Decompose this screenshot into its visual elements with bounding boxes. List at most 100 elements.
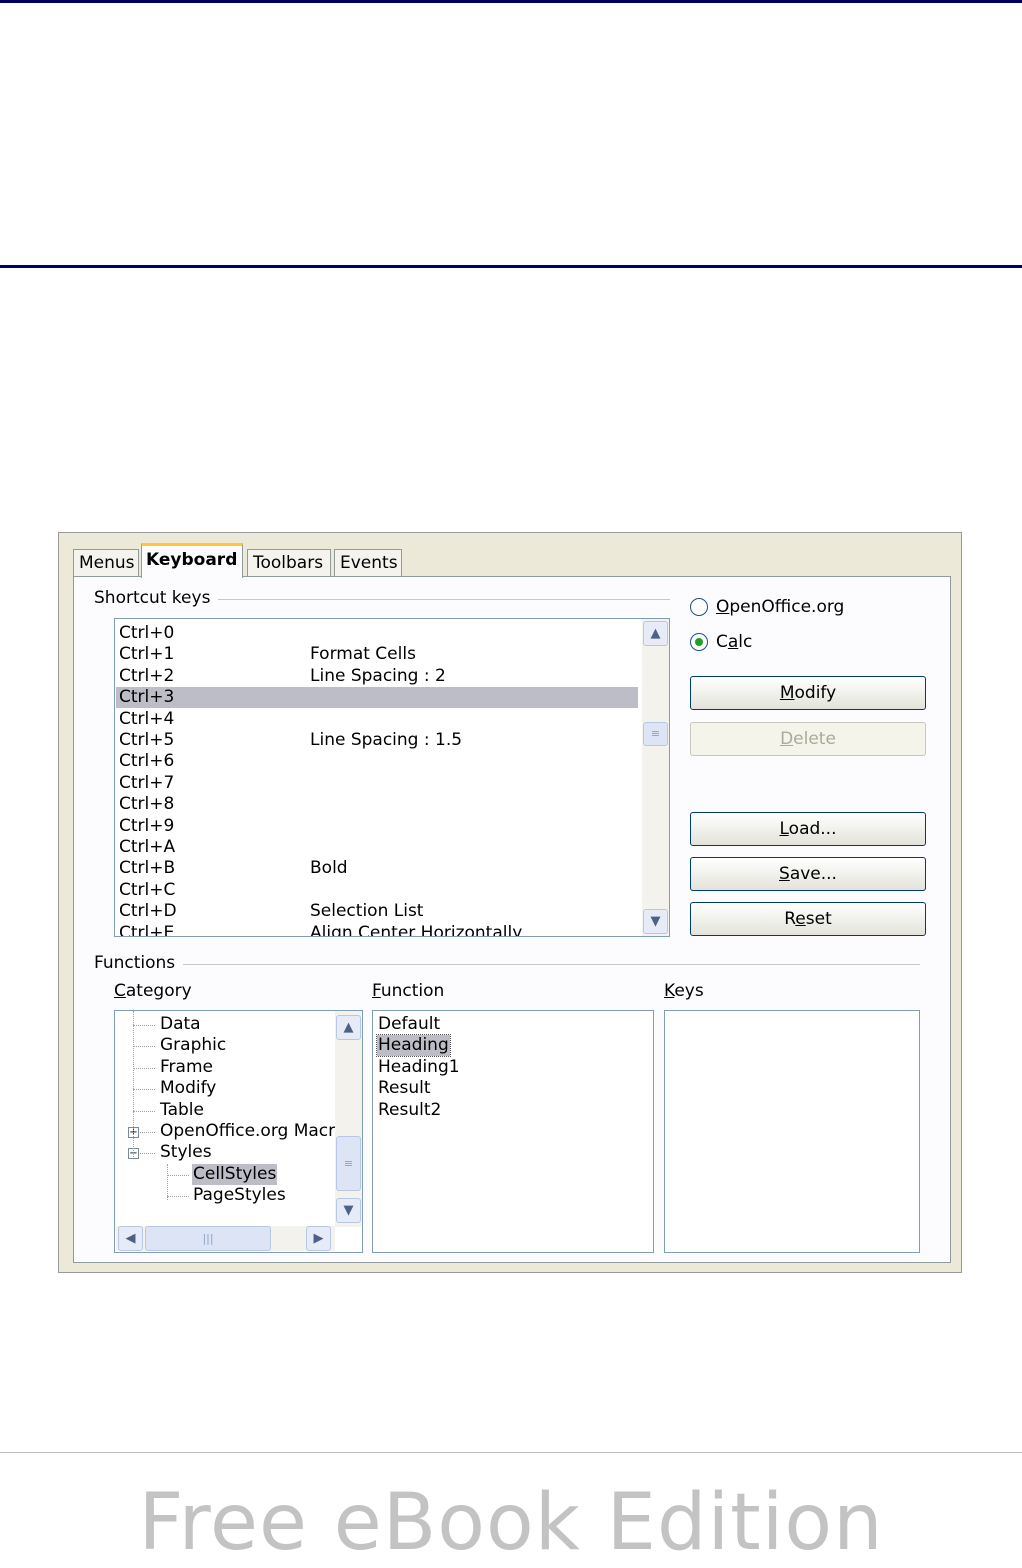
calc-radio-label[interactable]: Calc [716,632,752,652]
delete-button[interactable]: Delete [690,722,926,756]
tab-menus[interactable]: Menus [73,549,139,577]
shortcut-key: Ctrl+7 [119,772,175,793]
shortcut-keys-list[interactable]: Ctrl+0 Ctrl+1 Format Cells Ctrl+2 Line Spaci… [114,618,670,937]
tab-toolbars[interactable]: Toolbars [247,549,331,577]
category-tree[interactable]: Data Graphic Frame Modify Table + OpenOffice.o… [114,1010,363,1253]
category-scroll-up-icon[interactable]: ▲ [336,1015,361,1040]
tree-connector [167,1196,189,1198]
reset-button[interactable]: Reset [690,902,926,936]
shortcut-row[interactable]: Ctrl+E Align Center Horizontally [116,922,638,937]
header-rule [0,0,1022,3]
tree-connector [167,1174,189,1177]
shortcut-row[interactable]: Ctrl+0 [116,623,638,644]
shortcut-row[interactable]: Ctrl+3 [116,687,638,709]
category-hscroll-thumb[interactable]: ||| [145,1226,271,1251]
shortcut-key: Ctrl+6 [119,751,175,772]
tab-toolbars-label: Toolbars [253,553,324,573]
tab-keyboard-label: Keyboard [146,550,238,570]
shortcut-row[interactable]: Ctrl+2 Line Spacing : 2 [116,666,638,687]
shortcut-row[interactable]: Ctrl+B Bold [116,858,638,879]
modify-button[interactable]: Modify [690,676,926,710]
shortcut-row[interactable]: Ctrl+C [116,880,638,901]
scroll-down-icon[interactable]: ▼ [643,909,668,934]
function-item[interactable]: Result2 [377,1100,442,1121]
save-button[interactable]: Save... [690,857,926,891]
function-item[interactable]: Result [377,1078,432,1099]
shortcut-row[interactable]: Ctrl+8 [116,794,638,815]
function-label: Function [372,981,445,1001]
functions-title: Functions [94,953,184,973]
category-vscroll[interactable]: ▲ ≡ ▼ [335,1011,362,1227]
keys-list[interactable] [664,1010,920,1253]
tree-connector [133,1089,155,1091]
tree-connector [133,1067,155,1070]
tree-connector [133,1110,155,1113]
openoffice-radio-label[interactable]: OpenOffice.org [716,597,844,617]
category-item[interactable]: Data [159,1014,202,1035]
function-item[interactable]: Default [377,1014,441,1035]
tab-menus-label: Menus [79,553,135,573]
openoffice-radio[interactable] [690,598,708,616]
shortcut-row[interactable]: Ctrl+4 [116,709,638,730]
load-button[interactable]: Load... [690,812,926,846]
free-ebook-watermark: Free eBook Edition [138,1478,884,1568]
shortcut-key: Ctrl+E [119,922,175,937]
category-item[interactable]: Table [159,1100,205,1121]
shortcut-function: Bold [310,858,348,879]
scroll-thumb[interactable]: ≡ [643,722,668,746]
customize-dialog: Menus Keyboard Toolbars Events Shortcut … [58,532,962,1273]
shortcut-scrollbar[interactable]: ▲ ≡ ▼ [642,619,669,936]
function-list[interactable]: Default Heading Heading1 Result Result2 [372,1010,654,1253]
shortcut-function: Line Spacing : 2 [310,665,446,686]
shortcut-row[interactable]: Ctrl+7 [116,773,638,794]
category-label: Category [114,981,192,1001]
shortcut-row[interactable]: Ctrl+1 Format Cells [116,644,638,665]
shortcut-key: Ctrl+4 [119,708,175,729]
category-item[interactable]: OpenOffice.org Macro [159,1121,346,1142]
tree-connector [133,1046,155,1048]
category-item[interactable]: PageStyles [192,1185,287,1206]
keys-label: Keys [664,981,704,1001]
calc-radio[interactable] [690,633,708,651]
tree-trunk [133,1011,135,1157]
shortcut-key: Ctrl+0 [119,623,175,643]
functions-group-line [94,964,920,965]
keyboard-panel: Shortcut keys Ctrl+0 Ctrl+1 Format Cells Ct… [73,576,951,1263]
function-item[interactable]: Heading [376,1034,451,1058]
category-item[interactable]: Frame [159,1057,214,1078]
shortcut-row[interactable]: Ctrl+A [116,837,638,858]
category-item[interactable]: Styles [159,1142,213,1163]
category-scroll-right-icon[interactable]: ▶ [306,1226,331,1251]
shortcut-key: Ctrl+8 [119,794,175,815]
category-hscroll[interactable]: ◀ ||| ▶ [116,1226,335,1251]
category-scroll-down-icon[interactable]: ▼ [336,1198,361,1223]
shortcut-function: Format Cells [310,644,416,665]
tab-events[interactable]: Events [334,549,402,577]
shortcut-function: Align Center Horizontally [310,922,523,937]
category-scroll-left-icon[interactable]: ◀ [118,1226,143,1251]
shortcut-keys-title: Shortcut keys [94,588,219,608]
tab-keyboard[interactable]: Keyboard [141,543,243,578]
function-item[interactable]: Heading1 [377,1057,461,1078]
category-item[interactable]: Modify [159,1078,217,1099]
shortcut-key: Ctrl+A [119,837,176,857]
shortcut-key: Ctrl+D [119,901,177,922]
category-scroll-thumb[interactable]: ≡ [336,1136,361,1191]
category-item[interactable]: CellStyles [192,1163,278,1185]
shortcut-key: Ctrl+9 [119,815,175,836]
shortcut-row[interactable]: Ctrl+6 [116,751,638,772]
shortcut-function: Line Spacing : 1.5 [310,730,463,750]
shortcut-function: Selection List [310,901,424,922]
shortcut-key: Ctrl+C [119,879,176,900]
shortcut-key: Ctrl+5 [119,730,175,750]
category-item[interactable]: Graphic [159,1035,227,1056]
shortcut-row[interactable]: Ctrl+5 Line Spacing : 1.5 [116,730,638,751]
shortcut-key: Ctrl+B [119,858,176,879]
radio-checked-dot [695,638,703,646]
tab-events-label: Events [340,553,398,573]
tree-branch [167,1164,169,1200]
section-rule [0,265,1022,268]
shortcut-row[interactable]: Ctrl+9 [116,816,638,837]
scroll-up-icon[interactable]: ▲ [643,621,668,646]
shortcut-row[interactable]: Ctrl+D Selection List [116,901,638,922]
